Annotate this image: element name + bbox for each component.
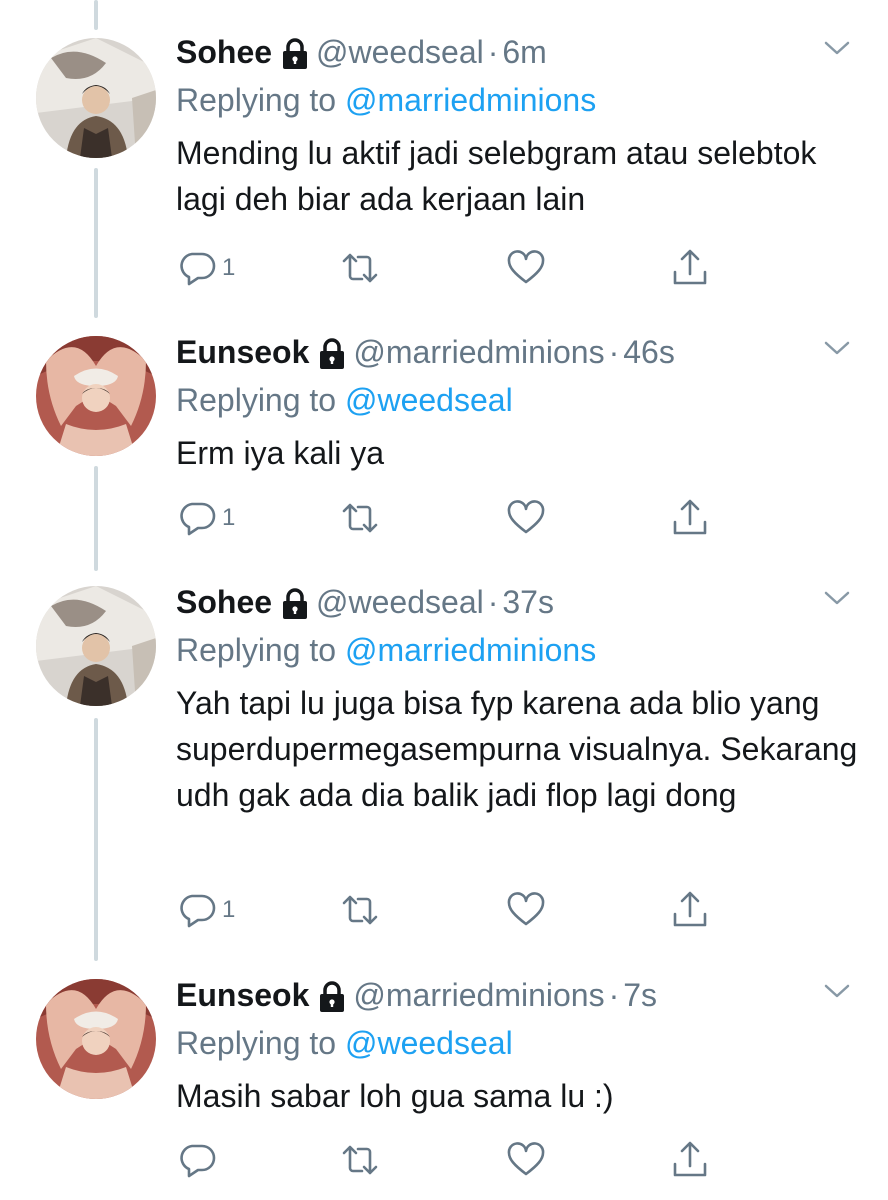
tweet[interactable]: Sohee @weedseal · 6m Replying to @marrie… bbox=[0, 30, 888, 300]
reply-icon bbox=[180, 1144, 216, 1178]
retweet-button[interactable] bbox=[340, 496, 380, 540]
lock-icon bbox=[319, 981, 345, 1013]
reply-button[interactable] bbox=[178, 1138, 222, 1182]
reply-button[interactable]: 1 bbox=[178, 888, 235, 932]
share-icon bbox=[673, 249, 707, 285]
share-icon bbox=[673, 499, 707, 535]
replying-to-label: Replying to bbox=[176, 82, 337, 118]
separator-dot: · bbox=[608, 976, 620, 1013]
reply-count: 1 bbox=[222, 504, 236, 531]
mention-link[interactable]: @marriedminions bbox=[345, 82, 596, 118]
tweet[interactable]: Sohee @weedseal · 37s Replying to @marri… bbox=[0, 580, 888, 940]
replying-to-label: Replying to bbox=[176, 1025, 337, 1061]
share-icon bbox=[673, 891, 707, 927]
heart-icon bbox=[507, 1142, 545, 1176]
replying-to: Replying to @marriedminions bbox=[176, 78, 858, 122]
reply-icon bbox=[180, 894, 216, 928]
reply-count: 1 bbox=[222, 896, 236, 923]
display-name[interactable]: Eunseok bbox=[176, 977, 309, 1014]
retweet-icon bbox=[342, 503, 378, 533]
separator-dot: · bbox=[608, 333, 620, 370]
tweet-header: Sohee @weedseal · 6m bbox=[176, 30, 858, 74]
user-handle[interactable]: @marriedminions bbox=[353, 977, 604, 1014]
replying-to: Replying to @weedseal bbox=[176, 1021, 858, 1065]
thread-connector bbox=[94, 0, 98, 30]
share-icon bbox=[673, 1141, 707, 1177]
replying-to: Replying to @weedseal bbox=[176, 378, 858, 422]
lock-icon bbox=[319, 338, 345, 370]
chevron-down-icon[interactable] bbox=[822, 981, 852, 1001]
replying-to: Replying to @marriedminions bbox=[176, 628, 858, 672]
tweet-actions bbox=[176, 1138, 736, 1182]
retweet-icon bbox=[342, 253, 378, 283]
tweet[interactable]: Eunseok @marriedminions · 46s Replying t… bbox=[0, 330, 888, 550]
reply-thread: Sohee @weedseal · 6m Replying to @marrie… bbox=[0, 0, 888, 1200]
timestamp[interactable]: 46s bbox=[623, 334, 675, 371]
reply-icon bbox=[180, 252, 216, 286]
chevron-down-icon[interactable] bbox=[822, 588, 852, 608]
timestamp[interactable]: 37s bbox=[502, 584, 554, 621]
avatar[interactable] bbox=[36, 586, 156, 706]
avatar[interactable] bbox=[36, 336, 156, 456]
avatar[interactable] bbox=[36, 979, 156, 1099]
heart-icon bbox=[507, 250, 545, 284]
tweet-text: Erm iya kali ya bbox=[176, 435, 385, 471]
tweet-text: Masih sabar loh gua sama lu :) bbox=[176, 1078, 614, 1114]
mention-link[interactable]: @weedseal bbox=[345, 382, 513, 418]
heart-icon bbox=[507, 892, 545, 926]
display-name[interactable]: Sohee bbox=[176, 34, 272, 71]
tweet-actions: 1 bbox=[176, 888, 736, 932]
tweet-text: Mending lu aktif jadi selebgram atau sel… bbox=[176, 135, 817, 217]
chevron-down-icon[interactable] bbox=[822, 38, 852, 58]
mention-link[interactable]: @marriedminions bbox=[345, 632, 596, 668]
like-button[interactable] bbox=[506, 496, 546, 540]
replying-to-label: Replying to bbox=[176, 632, 337, 668]
retweet-button[interactable] bbox=[340, 246, 380, 290]
like-button[interactable] bbox=[506, 888, 546, 932]
tweet-header: Sohee @weedseal · 37s bbox=[176, 580, 858, 624]
display-name[interactable]: Eunseok bbox=[176, 334, 309, 371]
retweet-button[interactable] bbox=[340, 888, 380, 932]
tweet[interactable]: Eunseok @marriedminions · 7s Replying to… bbox=[0, 973, 888, 1193]
reply-button[interactable]: 1 bbox=[178, 246, 235, 290]
avatar[interactable] bbox=[36, 38, 156, 158]
chevron-down-icon[interactable] bbox=[822, 338, 852, 358]
user-handle[interactable]: @weedseal bbox=[316, 584, 484, 621]
tweet-text: Yah tapi lu juga bisa fyp karena ada bli… bbox=[176, 685, 858, 813]
replying-to-label: Replying to bbox=[176, 382, 337, 418]
timestamp[interactable]: 6m bbox=[502, 34, 546, 71]
separator-dot: · bbox=[487, 33, 499, 70]
tweet-header: Eunseok @marriedminions · 7s bbox=[176, 973, 858, 1017]
share-button[interactable] bbox=[670, 888, 710, 932]
lock-icon bbox=[282, 38, 308, 70]
lock-icon bbox=[282, 588, 308, 620]
retweet-button[interactable] bbox=[340, 1138, 380, 1182]
reply-count: 1 bbox=[222, 254, 236, 281]
tweet-actions: 1 bbox=[176, 246, 736, 290]
share-button[interactable] bbox=[670, 246, 710, 290]
reply-icon bbox=[180, 502, 216, 536]
reply-button[interactable]: 1 bbox=[178, 496, 235, 540]
like-button[interactable] bbox=[506, 1138, 546, 1182]
retweet-icon bbox=[342, 1145, 378, 1175]
tweet-header: Eunseok @marriedminions · 46s bbox=[176, 330, 858, 374]
user-handle[interactable]: @marriedminions bbox=[353, 334, 604, 371]
timestamp[interactable]: 7s bbox=[623, 977, 657, 1014]
tweet-actions: 1 bbox=[176, 496, 736, 540]
heart-icon bbox=[507, 500, 545, 534]
display-name[interactable]: Sohee bbox=[176, 584, 272, 621]
share-button[interactable] bbox=[670, 1138, 710, 1182]
share-button[interactable] bbox=[670, 496, 710, 540]
mention-link[interactable]: @weedseal bbox=[345, 1025, 513, 1061]
separator-dot: · bbox=[487, 583, 499, 620]
like-button[interactable] bbox=[506, 246, 546, 290]
retweet-icon bbox=[342, 895, 378, 925]
user-handle[interactable]: @weedseal bbox=[316, 34, 484, 71]
